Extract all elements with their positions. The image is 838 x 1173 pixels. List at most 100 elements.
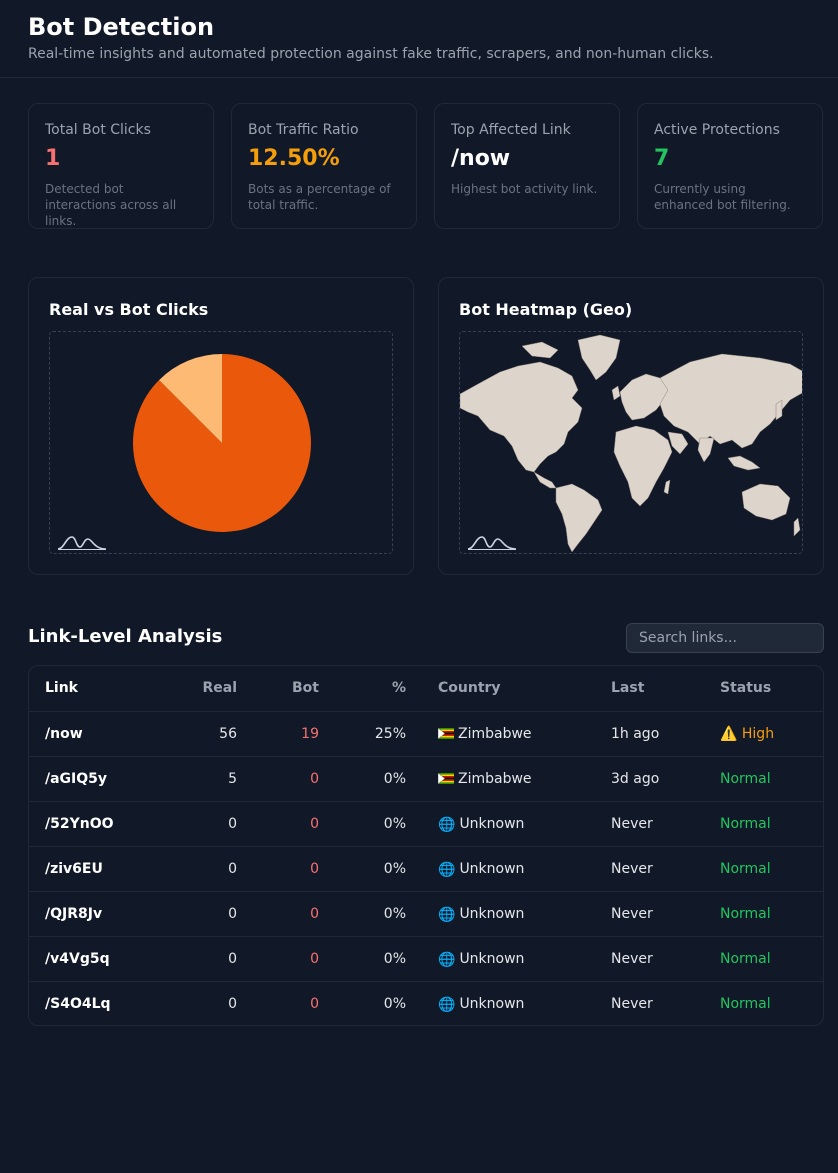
globe-icon: 🌐 bbox=[438, 906, 456, 923]
map-land-north-america bbox=[460, 361, 583, 473]
row-last: 1h ago bbox=[611, 711, 720, 757]
stat-card-top-affected-link: Top Affected Link /now Highest bot activ… bbox=[434, 103, 620, 229]
row-bot: 0 bbox=[237, 936, 319, 982]
stat-label: Top Affected Link bbox=[451, 122, 571, 138]
row-link[interactable]: /v4Vg5q bbox=[29, 936, 159, 982]
table-row[interactable]: /QJR8Jv 0 0 0% 🌐 Unknown Never Normal bbox=[29, 891, 823, 937]
geo-map-frame bbox=[459, 331, 803, 554]
geo-map-panel: Bot Heatmap (Geo) bbox=[438, 277, 824, 575]
row-link[interactable]: /now bbox=[29, 711, 159, 757]
table-header-row: Link Real Bot % Country Last Status bbox=[29, 666, 823, 712]
country-name: Unknown bbox=[459, 815, 525, 832]
status-badge: Normal bbox=[720, 891, 823, 937]
row-bot: 0 bbox=[310, 995, 319, 1012]
link-analysis-title: Link-Level Analysis bbox=[28, 626, 223, 647]
stat-value: 12.50% bbox=[248, 146, 340, 171]
stat-description: Detected bot interactions across all lin… bbox=[45, 182, 177, 228]
table-row[interactable]: /S4O4Lq 0 0 0% 🌐 Unknown Never Normal bbox=[29, 981, 823, 1025]
row-percent: 0% bbox=[319, 891, 406, 937]
row-last: Never bbox=[611, 995, 653, 1012]
row-country: Zimbabwe bbox=[406, 711, 611, 757]
map-land-new-zealand bbox=[793, 517, 801, 537]
chart-logo-icon bbox=[57, 536, 107, 550]
status-badge: Normal bbox=[720, 756, 823, 802]
row-last: Never bbox=[611, 936, 720, 982]
row-link[interactable]: /52YnOO bbox=[29, 801, 159, 847]
stat-value: 1 bbox=[45, 146, 61, 171]
status-badge: Normal bbox=[720, 995, 771, 1012]
world-map bbox=[460, 334, 802, 553]
stats-row: Total Bot Clicks 1 Detected bot interact… bbox=[28, 103, 824, 229]
row-country: Zimbabwe bbox=[406, 756, 611, 802]
map-land-arctic-islands bbox=[521, 341, 559, 359]
country-name: Unknown bbox=[459, 905, 525, 922]
row-real: 0 bbox=[228, 995, 237, 1012]
row-link[interactable]: /QJR8Jv bbox=[29, 891, 159, 937]
stat-description: Highest bot activity link. bbox=[451, 182, 598, 196]
row-percent: 0% bbox=[319, 936, 406, 982]
header-percent: % bbox=[319, 666, 406, 712]
stat-value: 7 bbox=[654, 146, 670, 171]
row-bot: 19 bbox=[237, 711, 319, 757]
map-land-madagascar bbox=[663, 479, 671, 495]
row-country: 🌐 Unknown bbox=[406, 846, 611, 892]
row-link[interactable]: /aGIQ5y bbox=[29, 756, 159, 802]
row-percent: 0% bbox=[319, 801, 406, 847]
map-land-greenland bbox=[577, 334, 621, 381]
row-real: 0 bbox=[159, 936, 237, 982]
map-land-se-asia-islands bbox=[727, 455, 761, 471]
header-link: Link bbox=[29, 666, 159, 712]
status-badge: High bbox=[741, 725, 775, 742]
header-status: Status bbox=[720, 666, 823, 712]
row-country: 🌐 Unknown bbox=[406, 801, 611, 847]
zimbabwe-flag-icon bbox=[438, 772, 454, 784]
row-real: 0 bbox=[159, 846, 237, 892]
country-name: Unknown bbox=[459, 860, 525, 877]
warning-icon: ⚠️ bbox=[720, 725, 738, 742]
geo-map-title: Bot Heatmap (Geo) bbox=[459, 300, 633, 319]
row-last: 3d ago bbox=[611, 756, 720, 802]
row-bot: 0 bbox=[237, 846, 319, 892]
page-header: Bot Detection Real-time insights and aut… bbox=[0, 0, 838, 78]
row-link[interactable]: /ziv6EU bbox=[29, 846, 159, 892]
table-row[interactable]: /v4Vg5q 0 0 0% 🌐 Unknown Never Normal bbox=[29, 936, 823, 982]
map-land-africa bbox=[613, 425, 673, 507]
row-real: 0 bbox=[159, 801, 237, 847]
row-bot: 0 bbox=[237, 801, 319, 847]
globe-icon: 🌐 bbox=[438, 996, 456, 1013]
pie-chart-frame bbox=[49, 331, 393, 554]
stat-label: Bot Traffic Ratio bbox=[248, 122, 359, 138]
search-links-input[interactable] bbox=[626, 623, 824, 653]
row-country: 🌐 Unknown bbox=[406, 891, 611, 937]
table-row[interactable]: /aGIQ5y 5 0 0% Zimbabwe 3d ago Normal bbox=[29, 756, 823, 802]
country-name: Zimbabwe bbox=[458, 725, 532, 742]
header-last: Last bbox=[611, 666, 720, 712]
map-land-south-america bbox=[555, 483, 603, 553]
row-country: 🌐 Unknown bbox=[406, 981, 611, 1025]
table-row[interactable]: /ziv6EU 0 0 0% 🌐 Unknown Never Normal bbox=[29, 846, 823, 892]
stat-description: Currently using enhanced bot filtering. bbox=[654, 182, 791, 212]
table-row[interactable]: /52YnOO 0 0 0% 🌐 Unknown Never Normal bbox=[29, 801, 823, 847]
map-land-uk bbox=[611, 385, 621, 401]
stat-description: Bots as a percentage of total traffic. bbox=[248, 182, 391, 212]
status-badge: Normal bbox=[720, 936, 823, 982]
pie-chart-title: Real vs Bot Clicks bbox=[49, 300, 209, 319]
row-status: ⚠️ High bbox=[720, 711, 823, 757]
row-last: Never bbox=[611, 801, 720, 847]
globe-icon: 🌐 bbox=[438, 816, 456, 833]
row-real: 56 bbox=[159, 711, 237, 757]
stat-card-total-bot-clicks: Total Bot Clicks 1 Detected bot interact… bbox=[28, 103, 214, 229]
row-bot: 0 bbox=[237, 756, 319, 802]
row-real: 0 bbox=[159, 891, 237, 937]
table-row[interactable]: /now 56 19 25% Zimbabwe 1h ago ⚠️ High bbox=[29, 711, 823, 757]
page-title: Bot Detection bbox=[28, 13, 215, 41]
stat-label: Total Bot Clicks bbox=[45, 122, 151, 138]
status-badge: Normal bbox=[720, 801, 823, 847]
country-name: Unknown bbox=[459, 995, 525, 1012]
header-real: Real bbox=[159, 666, 237, 712]
row-link[interactable]: /S4O4Lq bbox=[29, 981, 159, 1025]
row-percent: 0% bbox=[319, 846, 406, 892]
globe-icon: 🌐 bbox=[438, 951, 456, 968]
row-last: Never bbox=[611, 846, 720, 892]
status-badge: Normal bbox=[720, 846, 823, 892]
